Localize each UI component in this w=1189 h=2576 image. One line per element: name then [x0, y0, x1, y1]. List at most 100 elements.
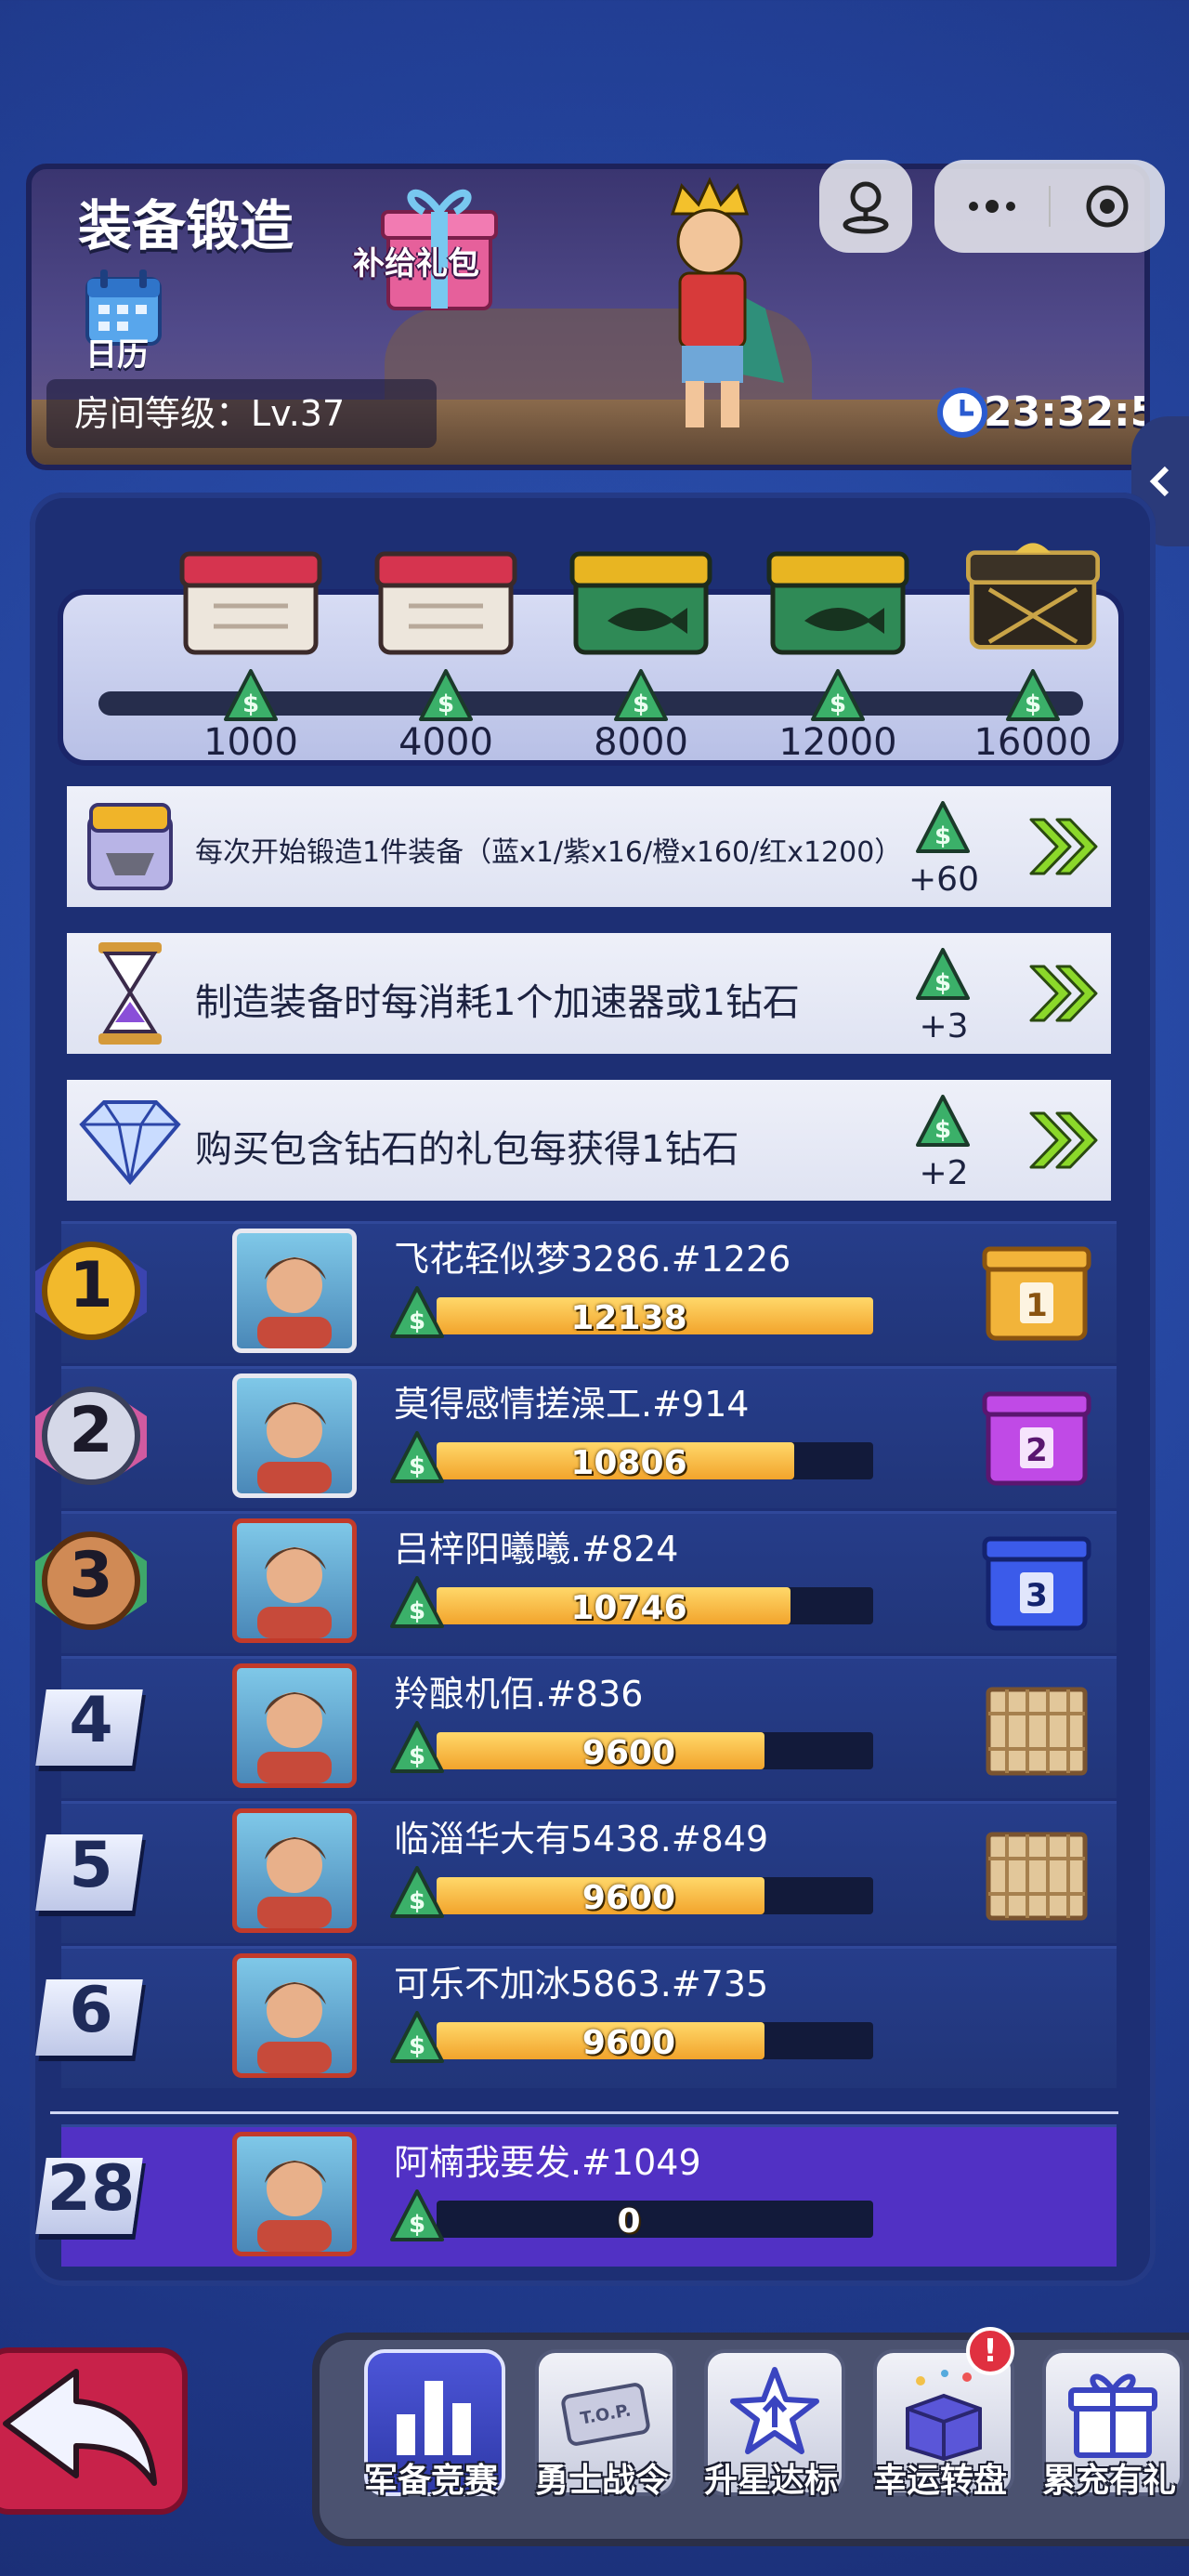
user-pin-icon [843, 181, 889, 234]
nav-label[interactable]: 累充有礼 [1024, 2453, 1189, 2502]
more-menu-button[interactable] [934, 160, 1050, 253]
svg-text:3: 3 [1026, 1577, 1048, 1614]
target-close-icon [1086, 185, 1129, 228]
milestone-value: 8000 [594, 721, 688, 764]
page-title: 装备锻造 [78, 194, 294, 257]
avatar[interactable] [232, 1663, 357, 1788]
milestone-chest-4000[interactable] [372, 541, 520, 660]
purple-chest-2-icon[interactable]: 2 [979, 1387, 1094, 1489]
milestone-chest-16000[interactable] [959, 533, 1107, 652]
rank-number: 5 [69, 1829, 113, 1902]
nav-label[interactable]: 勇士战令 [516, 2453, 687, 2502]
milestone-chest-8000[interactable] [567, 541, 715, 660]
milestone-gem-icon: $ [1006, 669, 1060, 727]
milestone-gem-icon: $ [614, 669, 668, 727]
player-name: 吕梓阳曦曦.#824 [394, 1529, 679, 1570]
milestone-value: 16000 [973, 721, 1092, 764]
rank-number: 2 [69, 1394, 113, 1467]
player-name: 可乐不加冰5863.#735 [394, 1964, 769, 2004]
top-ticket-icon: T.O.P. [555, 2362, 657, 2464]
svg-text:$: $ [830, 690, 846, 718]
score-value: 9600 [581, 2024, 676, 2062]
milestone-gem-icon: $ [811, 669, 865, 727]
svg-text:$: $ [934, 969, 951, 997]
bar-chart-icon [384, 2362, 486, 2464]
diamond-icon [79, 1100, 181, 1186]
avatar[interactable] [232, 1373, 357, 1498]
leaderboard-divider [50, 2111, 1118, 2114]
notification-badge: ! [966, 2327, 1014, 2375]
room-level-text: 房间等级：Lv.37 [46, 379, 437, 448]
player-name: 阿楠我要发.#1049 [394, 2142, 701, 2183]
nav-label[interactable]: 升星达标 [686, 2453, 856, 2502]
task-gem-icon: $ [916, 948, 970, 1009]
milestone-chest-1000[interactable] [176, 541, 325, 660]
player-name: 莫得感情搓澡工.#914 [394, 1384, 750, 1425]
wood-crate-icon[interactable] [979, 1676, 1094, 1779]
close-program-button[interactable] [1050, 160, 1165, 253]
svg-text:1: 1 [1026, 1287, 1048, 1324]
task-gem-icon: $ [916, 801, 970, 862]
profile-capsule-button[interactable] [819, 160, 912, 253]
supply-gift-label[interactable]: 补给礼包 [353, 238, 479, 283]
svg-text:$: $ [934, 1116, 951, 1144]
score-value: 9600 [581, 1879, 676, 1917]
svg-text:$: $ [438, 690, 454, 718]
task-gem-icon: $ [916, 1095, 970, 1156]
task-text: 每次开始锻造1件装备（蓝x1/紫x16/橙x160/红x1200） [195, 836, 903, 869]
task-gain-value: +2 [919, 1154, 969, 1192]
more-dots-icon [969, 200, 1015, 213]
gift-icon [1062, 2362, 1164, 2464]
svg-text:$: $ [242, 690, 259, 718]
avatar[interactable] [232, 1808, 357, 1933]
svg-text:2: 2 [1026, 1432, 1048, 1469]
score-value: 10746 [570, 1589, 687, 1627]
nav-label[interactable]: 幸运转盘 [855, 2453, 1026, 2502]
player-name: 临淄华大有5438.#849 [394, 1819, 769, 1860]
double-chevron-right-icon [1029, 965, 1098, 1022]
gold-chest-1-icon[interactable]: 1 [979, 1242, 1094, 1344]
milestone-gem-icon: $ [224, 669, 278, 727]
mini-program-capsule [934, 160, 1165, 253]
blue-chest-3-icon[interactable]: 3 [979, 1531, 1094, 1634]
rank-number: 6 [69, 1974, 113, 2047]
countdown-timer-text: 23:32:57 [984, 388, 1144, 436]
go-button[interactable] [1026, 1108, 1100, 1173]
avatar[interactable] [232, 1518, 357, 1643]
go-button[interactable] [1026, 961, 1100, 1026]
rank-number: 4 [69, 1684, 113, 1757]
milestone-chest-12000[interactable] [764, 541, 912, 660]
svg-text:$: $ [934, 822, 951, 850]
avatar[interactable] [232, 1229, 357, 1353]
calendar-label[interactable]: 日历 [85, 329, 149, 375]
avatar[interactable] [232, 1953, 357, 2078]
forge-box-icon [87, 803, 173, 890]
avatar[interactable] [232, 2132, 357, 2256]
clock-icon [937, 388, 987, 438]
hourglass-icon [98, 942, 162, 1045]
milestone-value: 1000 [203, 721, 298, 764]
rank-number: 1 [69, 1249, 113, 1322]
svg-text:$: $ [1025, 690, 1041, 718]
double-chevron-right-icon [1029, 818, 1098, 875]
rank-number: 3 [69, 1539, 113, 1612]
rank-number: 28 [46, 2152, 136, 2226]
player-name: 羚酿机佰.#836 [394, 1674, 644, 1715]
star-up-icon [724, 2362, 826, 2464]
score-value: 12138 [570, 1299, 687, 1337]
back-button[interactable] [0, 2347, 188, 2515]
score-value: 10806 [570, 1444, 687, 1482]
milestone-value: 12000 [778, 721, 897, 764]
task-gain-value: +3 [919, 1007, 969, 1045]
nav-label[interactable]: 军备竞赛 [346, 2453, 516, 2502]
wood-crate-icon[interactable] [979, 1821, 1094, 1924]
score-value: 9600 [581, 1734, 676, 1772]
go-button[interactable] [1026, 814, 1100, 879]
task-text: 购买包含钻石的礼包每获得1钻石 [195, 1128, 739, 1171]
svg-text:$: $ [633, 690, 649, 718]
player-name: 飞花轻似梦3286.#1226 [394, 1239, 791, 1280]
back-arrow-icon [3, 2369, 157, 2486]
king-character-illustration [670, 177, 784, 427]
double-chevron-right-icon [1029, 1111, 1098, 1169]
task-gain-value: +60 [908, 861, 979, 899]
